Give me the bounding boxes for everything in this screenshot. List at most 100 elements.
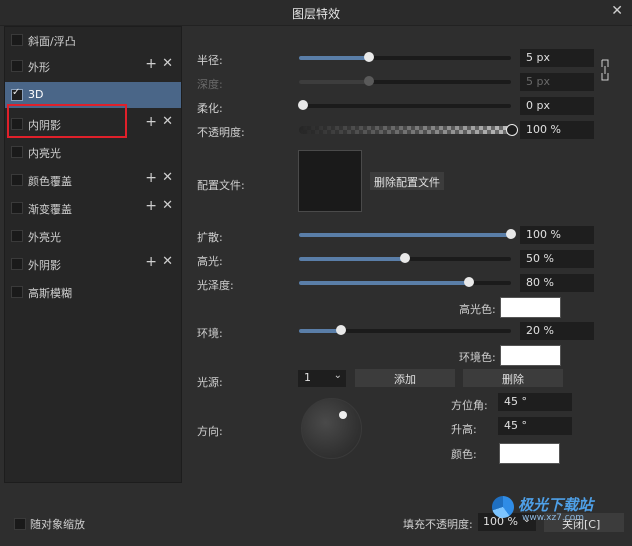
azimuth-value[interactable]: 45 ° xyxy=(498,393,572,411)
slider-fill xyxy=(299,257,405,261)
close-icon[interactable]: ✕ xyxy=(611,3,623,19)
highlight-value[interactable]: 50 % xyxy=(520,250,594,268)
add-light-button[interactable]: 添加 xyxy=(355,369,455,387)
link-icon[interactable] xyxy=(600,58,610,82)
chevron-down-icon: ⌄ xyxy=(333,370,342,381)
remove-icon[interactable]: ✕ xyxy=(162,114,173,129)
scale-with-object-label: 随对象缩放 xyxy=(30,518,85,531)
slider-knob[interactable] xyxy=(463,277,474,287)
effects-list: 斜面/浮凸 外形 + ✕ 3D 内阴影 + ✕ 内亮光 颜色覆盖 + ✕ 渐变覆… xyxy=(4,26,182,483)
delete-profile-button[interactable]: 删除配置文件 xyxy=(370,172,444,190)
add-icon[interactable]: + xyxy=(145,198,157,214)
elevation-value[interactable]: 45 ° xyxy=(498,417,572,435)
title-bar: 图层特效 ✕ xyxy=(0,0,632,26)
light-source-select[interactable]: 1 ⌄ xyxy=(298,370,346,387)
slider-knob[interactable] xyxy=(336,325,347,335)
slider-knob[interactable] xyxy=(400,253,410,263)
add-icon[interactable]: + xyxy=(145,170,157,186)
azimuth-label: 方位角: xyxy=(451,399,488,412)
effect-gradient-overlay[interactable]: 渐变覆盖 + ✕ xyxy=(5,195,181,221)
slider-fill xyxy=(299,233,511,237)
remove-icon[interactable]: ✕ xyxy=(162,56,173,71)
effect-gaussian-blur[interactable]: 高斯模糊 xyxy=(5,279,181,305)
highlight-label: 高光: xyxy=(197,255,223,268)
opacity-value[interactable]: 100 % xyxy=(520,121,594,139)
light-source-value: 1 xyxy=(304,371,311,384)
effect-checkbox[interactable] xyxy=(11,258,23,270)
effect-color-overlay[interactable]: 颜色覆盖 + ✕ xyxy=(5,167,181,193)
ambient-slider[interactable] xyxy=(299,325,511,335)
window-title: 图层特效 xyxy=(291,7,340,21)
spread-value[interactable]: 100 % xyxy=(520,226,594,244)
effect-inner-glow[interactable]: 内亮光 xyxy=(5,139,181,165)
effect-checkbox[interactable] xyxy=(11,118,23,130)
effect-bevel-emboss[interactable]: 斜面/浮凸 xyxy=(5,27,181,53)
opacity-label: 不透明度: xyxy=(197,126,245,139)
add-icon[interactable]: + xyxy=(145,114,157,130)
effect-label: 外形 xyxy=(28,61,50,74)
ambient-value[interactable]: 20 % xyxy=(520,322,594,340)
highlight-color-label: 高光色: xyxy=(459,303,496,316)
add-icon[interactable]: + xyxy=(145,254,157,270)
effect-outer-shadow[interactable]: 外阴影 + ✕ xyxy=(5,251,181,277)
effect-label: 3D xyxy=(28,88,44,101)
light-color-label: 颜色: xyxy=(451,448,477,461)
effect-checkbox[interactable] xyxy=(11,202,23,214)
slider-knob[interactable] xyxy=(363,52,374,62)
slider-knob[interactable] xyxy=(298,100,309,110)
direction-dial[interactable] xyxy=(301,398,362,459)
slider-fill xyxy=(299,281,469,285)
effect-label: 内亮光 xyxy=(28,147,61,160)
effect-label: 外阴影 xyxy=(28,259,61,272)
fill-opacity-label: 填充不透明度: xyxy=(403,518,473,531)
spread-slider[interactable] xyxy=(299,229,516,239)
gloss-label: 光泽度: xyxy=(197,279,234,292)
effect-label: 高斯模糊 xyxy=(28,287,72,300)
radius-slider[interactable] xyxy=(299,52,511,62)
effect-checkbox[interactable] xyxy=(11,34,23,46)
delete-light-button[interactable]: 删除 xyxy=(463,369,563,387)
gloss-slider[interactable] xyxy=(299,277,511,287)
remove-icon[interactable]: ✕ xyxy=(162,198,173,213)
effect-checkbox-checked[interactable] xyxy=(11,87,23,101)
ambient-label: 环境: xyxy=(197,327,223,340)
highlight-slider[interactable] xyxy=(299,253,511,263)
slider-knob[interactable] xyxy=(506,229,516,239)
light-color-swatch[interactable] xyxy=(499,443,560,464)
slider-fill xyxy=(299,329,342,333)
scale-with-object-checkbox[interactable] xyxy=(14,518,26,530)
effect-label: 外亮光 xyxy=(28,231,61,244)
effect-label: 斜面/浮凸 xyxy=(28,35,76,48)
effect-checkbox[interactable] xyxy=(11,146,23,158)
effect-checkbox[interactable] xyxy=(11,174,23,186)
effect-checkbox[interactable] xyxy=(11,286,23,298)
soften-slider[interactable] xyxy=(298,100,511,110)
remove-icon[interactable]: ✕ xyxy=(162,254,173,269)
soften-value[interactable]: 0 px xyxy=(520,97,594,115)
gloss-value[interactable]: 80 % xyxy=(520,274,594,292)
effect-checkbox[interactable] xyxy=(11,230,23,242)
remove-icon[interactable]: ✕ xyxy=(162,170,173,185)
ambient-color-swatch[interactable] xyxy=(500,345,561,366)
profile-preview[interactable] xyxy=(298,150,362,212)
watermark-text: 极光下载站 xyxy=(518,496,594,514)
add-icon[interactable]: + xyxy=(145,56,157,72)
effect-checkbox[interactable] xyxy=(11,60,23,72)
opacity-slider[interactable] xyxy=(299,124,518,136)
slider-knob xyxy=(363,76,374,86)
effect-outer-glow[interactable]: 外亮光 xyxy=(5,223,181,249)
spread-label: 扩散: xyxy=(197,231,223,244)
effect-outline[interactable]: 外形 + ✕ xyxy=(5,53,181,79)
slider-fill xyxy=(299,56,369,60)
profile-label: 配置文件: xyxy=(197,179,245,192)
watermark-logo-icon xyxy=(492,496,514,518)
depth-value: 5 px xyxy=(520,73,594,91)
highlight-color-swatch[interactable] xyxy=(500,297,561,318)
effect-3d[interactable]: 3D xyxy=(5,82,181,108)
soften-label: 柔化: xyxy=(197,102,223,115)
effect-inner-shadow[interactable]: 内阴影 + ✕ xyxy=(5,111,181,137)
dial-handle[interactable] xyxy=(339,411,347,419)
slider-knob[interactable] xyxy=(506,124,518,136)
radius-value[interactable]: 5 px xyxy=(520,49,594,67)
slider-fill xyxy=(299,80,369,84)
